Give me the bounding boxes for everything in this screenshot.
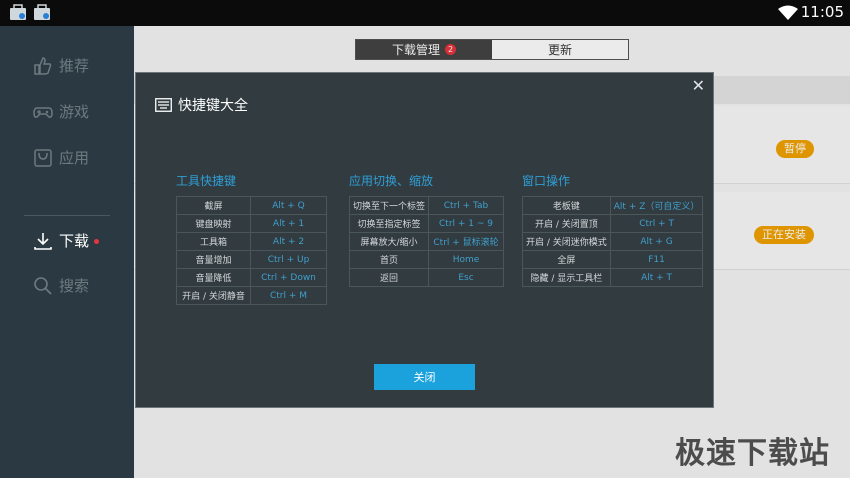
shortcut-action: 键盘映射 <box>176 214 251 233</box>
clock: 11:05 <box>800 3 844 21</box>
shortcut-key: Alt + Q <box>250 196 327 215</box>
keyboard-icon <box>155 98 172 112</box>
shortcut-table-window: 老板键 Alt + Z（可自定义） 开启 / 关闭置顶 Ctrl + T 开启 / … <box>522 196 704 287</box>
sidebar: 推荐 游戏 应用 下载 搜索 <box>0 26 134 478</box>
status-bar: 11:05 <box>0 0 850 26</box>
shortcut-action: 开启 / 关闭静音 <box>176 286 251 305</box>
shortcut-key: Ctrl + Tab <box>428 196 505 215</box>
store-app-icon[interactable] <box>33 4 51 21</box>
shortcut-key: Alt + T <box>609 268 704 287</box>
table-row: 老板键 Alt + Z（可自定义） <box>522 196 704 215</box>
sidebar-item-recommend[interactable]: 推荐 <box>0 46 134 86</box>
shortcut-action: 开启 / 关闭迷你模式 <box>522 232 611 251</box>
table-row: 工具箱 Alt + 2 <box>176 232 327 251</box>
sidebar-item-label: 游戏 <box>59 103 90 121</box>
shortcut-action: 音量增加 <box>176 250 251 269</box>
table-row: 屏幕放大/缩小 Ctrl + 鼠标滚轮 <box>348 232 505 251</box>
shortcut-key: Alt + 1 <box>250 214 327 233</box>
shortcut-key: Alt + G <box>609 232 704 251</box>
shortcut-key: Ctrl + 鼠标滚轮 <box>428 232 505 251</box>
table-row: 切换至下一个标签 Ctrl + Tab <box>348 196 505 215</box>
sidebar-item-download[interactable]: 下载 <box>0 221 134 261</box>
thumbs-up-icon <box>34 57 52 75</box>
shortcut-key: F11 <box>609 250 704 269</box>
shortcut-key: Ctrl + T <box>609 214 704 233</box>
sidebar-item-label: 推荐 <box>59 57 90 75</box>
table-row: 首页 Home <box>348 250 505 269</box>
shortcut-key: Ctrl + Down <box>250 268 327 287</box>
download-icon <box>34 233 52 250</box>
sidebar-item-label: 应用 <box>59 149 90 167</box>
shortcut-action: 工具箱 <box>176 232 251 251</box>
close-icon[interactable]: ✕ <box>692 77 705 95</box>
shortcut-key: Home <box>428 250 505 269</box>
table-row: 键盘映射 Alt + 1 <box>176 214 327 233</box>
sidebar-item-games[interactable]: 游戏 <box>0 92 134 132</box>
table-row: 返回 Esc <box>348 268 505 287</box>
dialog-title: 快捷键大全 <box>178 98 248 114</box>
table-row: 隐藏 / 显示工具栏 Alt + T <box>522 268 704 287</box>
shortcut-action: 音量降低 <box>176 268 251 287</box>
shortcut-action: 截屏 <box>176 196 251 215</box>
shortcut-action: 首页 <box>348 250 430 269</box>
shortcut-action: 屏幕放大/缩小 <box>348 232 430 251</box>
table-row: 开启 / 关闭置顶 Ctrl + T <box>522 214 704 233</box>
shortcut-key: Alt + Z（可自定义） <box>609 196 704 215</box>
sidebar-item-apps[interactable]: 应用 <box>0 138 134 178</box>
close-button[interactable]: 关闭 <box>374 364 475 390</box>
section-title: 工具快捷键 <box>176 174 237 188</box>
notification-dot <box>94 239 99 244</box>
wifi-icon <box>778 5 798 20</box>
shortcut-key: Ctrl + 1 ~ 9 <box>428 214 505 233</box>
table-row: 音量降低 Ctrl + Down <box>176 268 327 287</box>
shortcut-key: Alt + 2 <box>250 232 327 251</box>
section-title: 窗口操作 <box>522 174 571 188</box>
shortcut-action: 返回 <box>348 268 430 287</box>
table-row: 切换至指定标签 Ctrl + 1 ~ 9 <box>348 214 505 233</box>
table-row: 开启 / 关闭静音 Ctrl + M <box>176 286 327 305</box>
section-title: 应用切换、缩放 <box>349 174 434 188</box>
table-row: 截屏 Alt + Q <box>176 196 327 215</box>
sidebar-item-label: 搜索 <box>59 277 90 295</box>
bag-icon <box>34 149 52 167</box>
shortcut-key: Esc <box>428 268 505 287</box>
sidebar-divider <box>24 215 110 216</box>
shortcut-action: 老板键 <box>522 196 611 215</box>
shortcut-action: 切换至指定标签 <box>348 214 430 233</box>
shortcut-action: 隐藏 / 显示工具栏 <box>522 268 611 287</box>
sidebar-item-label: 下载 <box>59 232 90 250</box>
table-row: 开启 / 关闭迷你模式 Alt + G <box>522 232 704 251</box>
shortcut-table-tools: 截屏 Alt + Q 键盘映射 Alt + 1 工具箱 Alt + 2 音量增加 Ctr… <box>176 196 327 305</box>
watermark: 极速下载站 <box>675 436 830 471</box>
search-icon <box>34 277 52 295</box>
table-row: 全屏 F11 <box>522 250 704 269</box>
shortcut-action: 开启 / 关闭置顶 <box>522 214 611 233</box>
gamepad-icon <box>33 107 53 118</box>
shortcuts-dialog: ✕ 快捷键大全 工具快捷键 应用切换、缩放 窗口操作 截屏 Alt + Q 键盘映… <box>135 72 714 408</box>
shortcut-table-switching: 切换至下一个标签 Ctrl + Tab 切换至指定标签 Ctrl + 1 ~ 9 屏… <box>348 196 505 287</box>
shortcut-key: Ctrl + Up <box>250 250 327 269</box>
shortcut-key: Ctrl + M <box>250 286 327 305</box>
store-app-icon[interactable] <box>9 4 27 21</box>
sidebar-item-search[interactable]: 搜索 <box>0 266 134 306</box>
shortcut-action: 全屏 <box>522 250 611 269</box>
shortcut-action: 切换至下一个标签 <box>348 196 430 215</box>
table-row: 音量增加 Ctrl + Up <box>176 250 327 269</box>
